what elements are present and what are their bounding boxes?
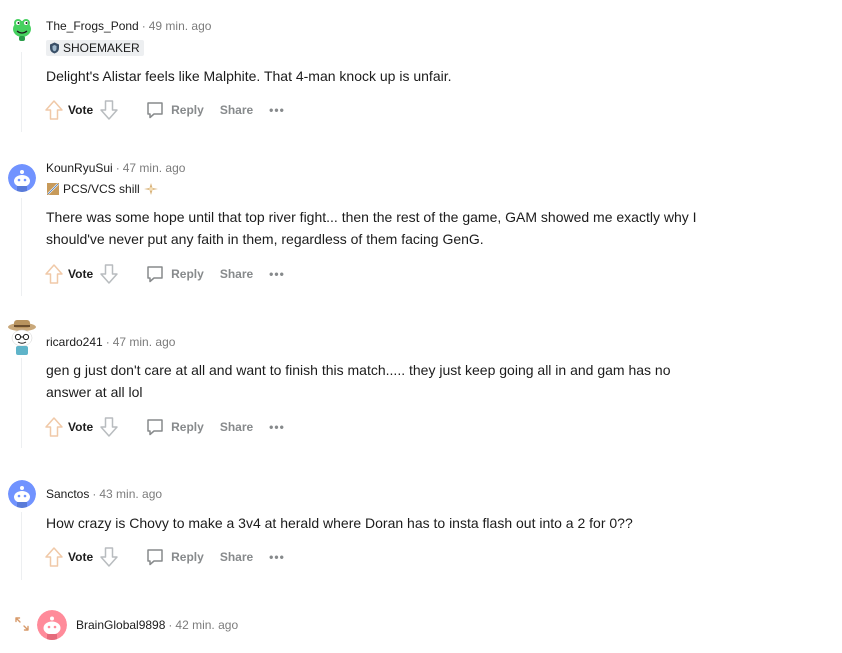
more-options-button[interactable]: ••• [269,267,285,281]
flair-text: SHOEMAKER [63,41,140,55]
comment-actions: Vote Reply Share ••• [44,262,285,286]
comment-text-line: There was some hope until that top river… [46,209,697,225]
comment-body: gen g just don't care at all and want to… [46,359,786,403]
thread-line[interactable] [21,512,22,580]
comment-author[interactable]: Sanctos [46,487,89,501]
vote-label: Vote [68,267,94,281]
comment-text-line: How crazy is Chovy to make a 3v4 at hera… [46,515,633,531]
separator-dot: · [105,335,110,349]
arrow-up-icon[interactable] [44,263,64,285]
arrow-up-icon[interactable] [44,546,64,568]
comment-actions: Vote Reply Share ••• [44,98,285,122]
thread-line[interactable] [21,358,22,448]
reply-label: Reply [171,267,204,281]
speech-bubble-icon [145,100,165,120]
comment-timestamp[interactable]: 47 min. ago [123,161,186,175]
speech-bubble-icon [145,547,165,567]
comment-actions: Vote Reply Share ••• [44,545,285,569]
comment-text-line: answer at all lol [46,384,143,400]
reply-label: Reply [171,420,204,434]
arrow-down-icon[interactable] [99,263,119,285]
emblem-icon [143,182,159,196]
user-flair: SHOEMAKER [46,40,144,56]
arrow-up-icon[interactable] [44,99,64,121]
comment-timestamp[interactable]: 43 min. ago [99,487,162,501]
share-button[interactable]: Share [220,103,253,117]
reply-button[interactable]: Reply [145,417,204,437]
thread-line[interactable] [21,52,22,132]
separator-dot: · [168,618,173,632]
vote-label: Vote [68,103,94,117]
vote-label: Vote [68,550,94,564]
reply-button[interactable]: Reply [145,547,204,567]
more-options-button[interactable]: ••• [269,550,285,564]
share-button[interactable]: Share [220,267,253,281]
comment-body: Delight's Alistar feels like Malphite. T… [46,65,786,87]
comment-timestamp[interactable]: 47 min. ago [113,335,176,349]
comment-text-line: gen g just don't care at all and want to… [46,362,671,378]
speech-bubble-icon [145,417,165,437]
user-flair: PCS/VCS shill [46,181,159,197]
flair-text: PCS/VCS shill [63,182,140,196]
thread-line[interactable] [21,198,22,296]
comment-timestamp[interactable]: 49 min. ago [149,19,212,33]
expand-arrows-icon[interactable] [14,616,30,632]
avatar[interactable] [37,610,67,640]
share-button[interactable]: Share [220,420,253,434]
separator-dot: · [92,487,97,501]
comment-author[interactable]: The_Frogs_Pond [46,19,139,33]
separator-dot: · [115,161,120,175]
comment-author[interactable]: ricardo241 [46,335,103,349]
reply-label: Reply [171,103,204,117]
more-options-button[interactable]: ••• [269,103,285,117]
separator-dot: · [141,19,146,33]
comment-text-line: Delight's Alistar feels like Malphite. T… [46,68,452,84]
avatar[interactable] [8,164,36,192]
share-button[interactable]: Share [220,550,253,564]
avatar[interactable] [6,318,38,356]
reply-button[interactable]: Reply [145,100,204,120]
comment-timestamp[interactable]: 42 min. ago [175,618,238,632]
arrow-down-icon[interactable] [99,99,119,121]
comment-author[interactable]: BrainGlobal9898 [76,618,165,632]
comment-text-line: should've never put any faith in them, r… [46,231,484,247]
arrow-up-icon[interactable] [44,416,64,438]
more-options-button[interactable]: ••• [269,420,285,434]
vote-label: Vote [68,420,94,434]
avatar[interactable] [8,480,36,508]
reply-button[interactable]: Reply [145,264,204,284]
shield-icon [49,42,60,54]
comment-author[interactable]: KounRyuSui [46,161,113,175]
speech-bubble-icon [145,264,165,284]
comment-actions: Vote Reply Share ••• [44,415,285,439]
arrow-down-icon[interactable] [99,416,119,438]
reply-label: Reply [171,550,204,564]
arrow-down-icon[interactable] [99,546,119,568]
comment-body: How crazy is Chovy to make a 3v4 at hera… [46,512,786,534]
comment-body: There was some hope until that top river… [46,206,786,250]
avatar[interactable] [8,14,36,42]
pcs-vcs-icon [46,182,60,196]
